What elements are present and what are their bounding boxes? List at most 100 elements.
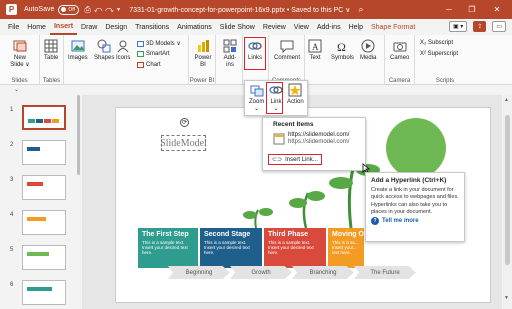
- quick-access-icons[interactable]: ⎙↶↷▾: [84, 5, 123, 15]
- table-button[interactable]: Table: [44, 39, 58, 62]
- rotate-handle-icon[interactable]: ⟳: [180, 118, 189, 127]
- camera-group-label: Camera: [388, 78, 411, 84]
- share-icon[interactable]: ⇪: [473, 21, 487, 32]
- new-slide-button[interactable]: New Slide ∨: [8, 39, 32, 69]
- scroll-down-icon[interactable]: ▼: [504, 295, 509, 301]
- recent-url-sub: https://slidemodel.com/: [288, 139, 350, 145]
- cameo-button[interactable]: Cameo: [390, 39, 409, 62]
- tab-transitions[interactable]: Transitions: [131, 19, 173, 35]
- minimize-icon[interactable]: ─: [440, 0, 458, 19]
- slide-thumbnail[interactable]: [22, 140, 66, 165]
- thumbnail-row[interactable]: 3: [0, 175, 82, 205]
- thumbnail-bar: [27, 147, 40, 151]
- text-label: Text: [309, 55, 321, 61]
- step-card[interactable]: Second Stage This is a sample text. Inser…: [200, 228, 262, 268]
- group-power-bi: Power BI Power BI: [189, 35, 216, 85]
- tab-help[interactable]: Help: [345, 19, 367, 35]
- timeline-chevron[interactable]: The Future: [354, 266, 416, 279]
- tell-me-more-link[interactable]: ? Tell me more: [371, 217, 459, 225]
- present-icon[interactable]: ▣ ▾: [448, 21, 468, 32]
- insert-link-button[interactable]: ⊂⊃ Insert Link...: [268, 154, 322, 165]
- images-button[interactable]: Images: [68, 39, 88, 62]
- thumbnail-row[interactable]: 6: [0, 280, 82, 309]
- step-card[interactable]: The First Step This is a sample text. Ins…: [138, 228, 198, 268]
- icons-button[interactable]: Icons: [116, 39, 130, 62]
- tab-file[interactable]: File: [4, 19, 23, 35]
- step-card[interactable]: Moving O... This is a sa... Insert your..…: [328, 228, 370, 268]
- thumbnail-row[interactable]: 5: [0, 245, 82, 275]
- slide-thumbnail[interactable]: [22, 105, 66, 130]
- slide-thumbnails: 1 2 3 4 5 6: [0, 95, 82, 309]
- timeline-chevron[interactable]: Branching: [292, 266, 354, 279]
- tab-animations[interactable]: Animations: [173, 19, 216, 35]
- addins-label: Add-ins: [223, 55, 237, 68]
- close-icon[interactable]: ✕: [488, 0, 506, 19]
- restore-icon[interactable]: ❐: [463, 0, 481, 19]
- thumbnail-row[interactable]: 2: [0, 140, 82, 170]
- addins-button[interactable]: Add-ins: [221, 39, 239, 69]
- thumbnail-bar: [27, 217, 46, 221]
- slide-number: 3: [10, 177, 14, 183]
- comments-icon[interactable]: ▭: [492, 21, 506, 32]
- save-status: • Saved to this PC ∨: [286, 6, 351, 14]
- slidemodel-textbox[interactable]: SlideModel: [160, 135, 207, 151]
- link-highlight: [266, 82, 283, 114]
- step-body: This is a sample text. Insert your desir…: [268, 240, 314, 255]
- thumbnail-row[interactable]: 1: [0, 105, 82, 135]
- tab-add-ins[interactable]: Add-ins: [313, 19, 345, 35]
- filename: 7331-01-growth-concept-for-powerpoint-16…: [129, 6, 285, 14]
- smartart-button[interactable]: SmartArt: [137, 51, 170, 57]
- slide-thumbnail[interactable]: [22, 280, 66, 305]
- scroll-up-icon[interactable]: ▲: [504, 97, 509, 103]
- chart-button[interactable]: Chart: [137, 62, 161, 68]
- tab-home[interactable]: Home: [23, 19, 50, 35]
- tab-insert[interactable]: Insert: [49, 19, 78, 35]
- slide-thumbnail[interactable]: [22, 175, 66, 200]
- tooltip-title: Add a Hyperlink (Ctrl+K): [371, 177, 447, 184]
- tab-slide-show[interactable]: Slide Show: [216, 19, 259, 35]
- media-label: Media: [360, 55, 377, 61]
- new-slide-label: New Slide ∨: [10, 55, 30, 68]
- thumbnail-row[interactable]: 4: [0, 210, 82, 240]
- thumbnail-bar: [27, 252, 49, 256]
- symbols-label: Symbols: [331, 55, 355, 61]
- slide-thumbnail[interactable]: [22, 210, 66, 235]
- symbols-button[interactable]: Ω Symbols: [331, 39, 354, 62]
- tab-shape-format[interactable]: Shape Format: [367, 19, 419, 35]
- step-card[interactable]: Third Phase This is a sample text. Insert…: [264, 228, 326, 268]
- tab-view[interactable]: View: [290, 19, 313, 35]
- power-bi-icon: [196, 39, 210, 53]
- tab-design[interactable]: Design: [101, 19, 131, 35]
- media-button[interactable]: Media: [360, 39, 376, 62]
- search-icon[interactable]: ⌕: [358, 4, 363, 15]
- shapes-button[interactable]: Shapes: [94, 39, 114, 62]
- tab-draw[interactable]: Draw: [77, 19, 101, 35]
- 3d-models-button[interactable]: 3D Models ∨: [137, 40, 181, 47]
- superscript-button[interactable]: X² Superscript: [420, 51, 458, 57]
- vertical-scrollbar[interactable]: ▲ ▼: [503, 95, 512, 309]
- thumbnail-scrollbar[interactable]: [77, 95, 80, 175]
- scroll-thumb[interactable]: [505, 115, 510, 265]
- chevron-down-icon[interactable]: ⌄: [14, 86, 19, 93]
- media-icon: [361, 39, 375, 53]
- recent-link-item[interactable]: https://slidemodel.com/https://slidemode…: [273, 132, 349, 146]
- table-icon: [44, 39, 58, 53]
- action-button[interactable]: Action: [287, 83, 304, 105]
- zoom-button[interactable]: Zoom ⌄: [249, 83, 264, 112]
- thumbnail-bar: [36, 119, 43, 123]
- comment-button[interactable]: Comment: [274, 39, 300, 62]
- document-title[interactable]: 7331-01-growth-concept-for-powerpoint-16…: [129, 6, 350, 14]
- slide-thumbnail[interactable]: [22, 245, 66, 270]
- autosave-toggle[interactable]: Off: [58, 4, 80, 15]
- timeline-chevron[interactable]: Beginning: [168, 266, 230, 279]
- slide-number: 5: [10, 247, 14, 253]
- chevron-down-icon: ⌄: [254, 106, 260, 112]
- shapes-icon: [97, 39, 111, 53]
- timeline-chevron[interactable]: Growth: [230, 266, 292, 279]
- text-button[interactable]: A Text: [308, 39, 322, 62]
- tab-review[interactable]: Review: [259, 19, 290, 35]
- group-camera: Cameo Camera: [385, 35, 415, 85]
- power-bi-button[interactable]: Power BI: [194, 39, 212, 69]
- subscript-button[interactable]: X₂ Subscript: [420, 40, 453, 46]
- smartart-icon: [137, 51, 144, 57]
